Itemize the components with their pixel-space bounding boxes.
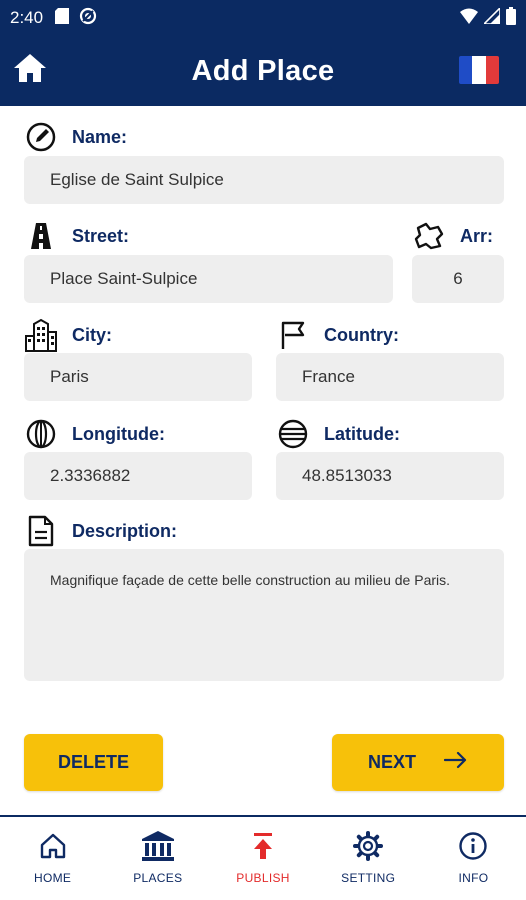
bottom-navigation: HOME PLACES PUBLISH SETTING INFO [0,815,526,900]
latitude-icon [276,417,310,451]
city-icon [24,318,58,352]
next-button[interactable]: NEXT [332,734,504,791]
description-input[interactable]: Magnifique façade de cette belle constru… [24,549,504,681]
name-input[interactable]: Eglise de Saint Sulpice [24,156,504,204]
district-icon [412,219,446,253]
home-icon [14,54,46,82]
edit-icon [24,120,58,154]
street-label: Street: [24,219,129,253]
sd-card-icon [55,7,70,29]
longitude-icon [24,417,58,451]
longitude-input[interactable]: 2.3336882 [24,452,252,500]
arrow-right-icon [443,751,468,774]
arr-input[interactable]: 6 [412,255,504,303]
status-time: 2:40 [10,8,44,27]
next-button-label: NEXT [367,752,416,772]
street-input[interactable]: Place Saint-Sulpice [24,255,393,303]
description-label: Description: [24,514,177,548]
battery-icon [506,6,516,30]
nav-item-publish[interactable]: PUBLISH [210,817,315,900]
nav-item-home[interactable]: HOME [0,817,105,900]
city-label: City: [24,318,112,352]
country-input[interactable]: France [276,353,504,401]
delete-button[interactable]: DELETE [24,734,163,791]
signal-icon [482,5,501,29]
city-input[interactable]: Paris [24,353,252,401]
longitude-label: Longitude: [24,417,165,451]
page-title: Add Place [191,54,335,87]
france-flag-icon [459,56,473,84]
wifi-icon [460,8,478,29]
nav-item-info[interactable]: INFO [421,817,526,900]
nav-item-places[interactable]: PLACES [105,817,210,900]
document-icon [24,514,58,548]
home-icon [39,829,67,863]
home-button[interactable] [12,50,48,86]
arr-label: Arr: [412,219,493,253]
sync-icon [79,7,97,30]
nav-item-setting[interactable]: SETTING [316,817,421,900]
museum-icon [141,829,175,863]
language-flag-button[interactable] [459,56,499,84]
name-label: Name: [24,120,127,154]
latitude-label: Latitude: [276,417,400,451]
gear-icon [352,829,384,863]
app-bar: Add Place [0,36,526,106]
flag-icon [276,318,310,352]
country-label: Country: [276,318,399,352]
info-icon [458,829,488,863]
upload-icon [252,829,274,863]
status-bar: 2:40 [0,0,526,36]
road-icon [24,219,58,253]
latitude-input[interactable]: 48.8513033 [276,452,504,500]
